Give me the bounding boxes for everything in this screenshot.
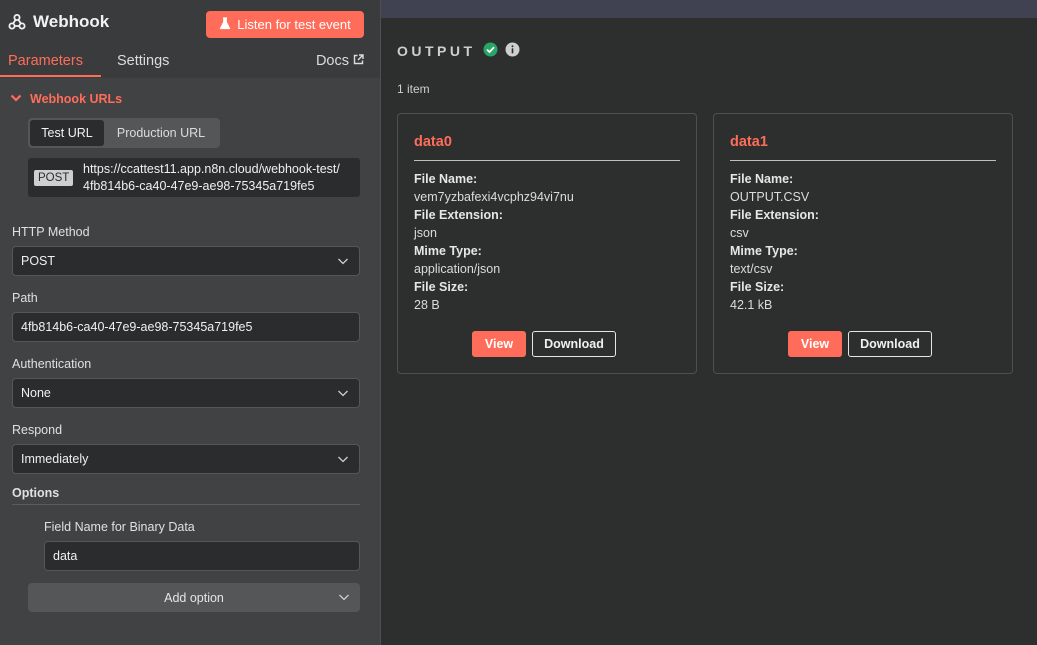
chevron-down-icon xyxy=(337,387,349,399)
docs-label: Docs xyxy=(315,53,349,69)
add-option-label: Add option xyxy=(164,590,224,605)
url-type-switch: Test URL Production URL xyxy=(28,118,220,148)
authentication-select[interactable]: None xyxy=(12,378,360,408)
download-button[interactable]: Download xyxy=(848,331,932,357)
http-method-label: HTTP Method xyxy=(12,225,90,239)
file-size-value: 42.1 kB xyxy=(730,298,773,312)
info-icon[interactable] xyxy=(505,42,520,60)
options-divider xyxy=(12,504,360,505)
chevron-down-icon xyxy=(337,255,349,267)
view-button[interactable]: View xyxy=(472,331,526,357)
webhook-url-text: https://ccattest11.app.n8n.cloud/webhook… xyxy=(83,161,340,195)
respond-select[interactable]: Immediately xyxy=(12,444,360,474)
webhook-url-display[interactable]: POST https://ccattest11.app.n8n.cloud/we… xyxy=(28,158,360,197)
file-size-value: 28 B xyxy=(414,298,440,312)
panel-divider xyxy=(380,0,381,645)
file-name-label: File Name: xyxy=(414,172,478,186)
external-link-icon xyxy=(353,53,364,69)
tab-parameters[interactable]: Parameters xyxy=(8,53,83,69)
file-size-label: File Size: xyxy=(730,280,785,294)
card-divider xyxy=(414,160,680,161)
view-button[interactable]: View xyxy=(788,331,842,357)
output-header: OUTPUT xyxy=(397,42,520,60)
path-input[interactable]: 4fb814b6-ca40-47e9-ae98-75345a719fe5 xyxy=(12,312,360,342)
output-title: OUTPUT xyxy=(397,43,476,59)
flask-icon xyxy=(219,16,231,33)
node-title-label: Webhook xyxy=(33,12,110,31)
respond-label: Respond xyxy=(12,423,63,437)
authentication-value: None xyxy=(21,386,51,400)
webhook-url-line-1: https://ccattest11.app.n8n.cloud/webhook… xyxy=(83,162,340,176)
top-bar xyxy=(381,0,1037,18)
node-parameters-panel: Webhook Listen for test event Parameters… xyxy=(0,0,380,645)
file-extension-label: File Extension: xyxy=(730,208,819,222)
success-check-icon xyxy=(483,42,498,60)
webhook-urls-label: Webhook URLs xyxy=(30,92,123,106)
tab-bar: Parameters Settings Docs xyxy=(0,46,380,78)
method-badge: POST xyxy=(34,170,74,186)
panel-header: Webhook Listen for test event Parameters… xyxy=(0,0,380,78)
active-tab-indicator xyxy=(0,75,101,77)
respond-value: Immediately xyxy=(21,452,89,466)
mime-type-label: Mime Type: xyxy=(414,244,482,258)
authentication-label: Authentication xyxy=(12,357,92,371)
binary-data-card: data0 File Name: vem7yzbafexi4vcphz94vi7… xyxy=(397,113,697,374)
webhook-icon xyxy=(8,13,26,31)
file-extension-value: csv xyxy=(730,226,749,240)
chevron-down-icon xyxy=(10,92,22,106)
binary-field-input[interactable]: data xyxy=(44,541,360,571)
card-divider xyxy=(730,160,996,161)
node-title: Webhook xyxy=(8,12,109,32)
http-method-select[interactable]: POST xyxy=(12,246,360,276)
card-details: File Name: OUTPUT.CSV File Extension: cs… xyxy=(730,170,819,314)
download-button[interactable]: Download xyxy=(532,331,616,357)
path-value: 4fb814b6-ca40-47e9-ae98-75345a719fe5 xyxy=(21,320,253,334)
test-url-option[interactable]: Test URL xyxy=(30,120,104,146)
http-method-value: POST xyxy=(21,254,56,268)
item-count: 1 item xyxy=(397,82,430,96)
options-label: Options xyxy=(12,486,60,500)
file-size-label: File Size: xyxy=(414,280,469,294)
tab-settings[interactable]: Settings xyxy=(117,53,169,69)
file-name-value: vem7yzbafexi4vcphz94vi7nu xyxy=(414,190,574,204)
docs-link[interactable]: Docs xyxy=(316,53,364,69)
card-title: data0 xyxy=(414,134,452,150)
file-extension-value: json xyxy=(414,226,437,240)
file-name-label: File Name: xyxy=(730,172,794,186)
listen-for-test-event-button[interactable]: Listen for test event xyxy=(206,11,364,38)
path-label: Path xyxy=(12,291,38,305)
binary-field-label: Field Name for Binary Data xyxy=(44,520,195,534)
chevron-down-icon xyxy=(337,453,349,465)
file-extension-label: File Extension: xyxy=(414,208,503,222)
webhook-urls-toggle[interactable]: Webhook URLs xyxy=(10,92,122,106)
file-name-value: OUTPUT.CSV xyxy=(730,190,810,204)
mime-type-label: Mime Type: xyxy=(730,244,798,258)
chevron-down-icon xyxy=(338,591,350,603)
card-details: File Name: vem7yzbafexi4vcphz94vi7nu Fil… xyxy=(414,170,574,314)
card-title: data1 xyxy=(730,134,768,150)
add-option-button[interactable]: Add option xyxy=(28,583,360,612)
binary-data-card: data1 File Name: OUTPUT.CSV File Extensi… xyxy=(713,113,1013,374)
webhook-url-line-2: 4fb814b6-ca40-47e9-ae98-75345a719fe5 xyxy=(83,179,315,193)
binary-field-value: data xyxy=(53,549,78,563)
mime-type-value: application/json xyxy=(414,262,501,276)
listen-button-label: Listen for test event xyxy=(237,17,351,32)
production-url-option[interactable]: Production URL xyxy=(104,120,218,146)
mime-type-value: text/csv xyxy=(730,262,773,276)
